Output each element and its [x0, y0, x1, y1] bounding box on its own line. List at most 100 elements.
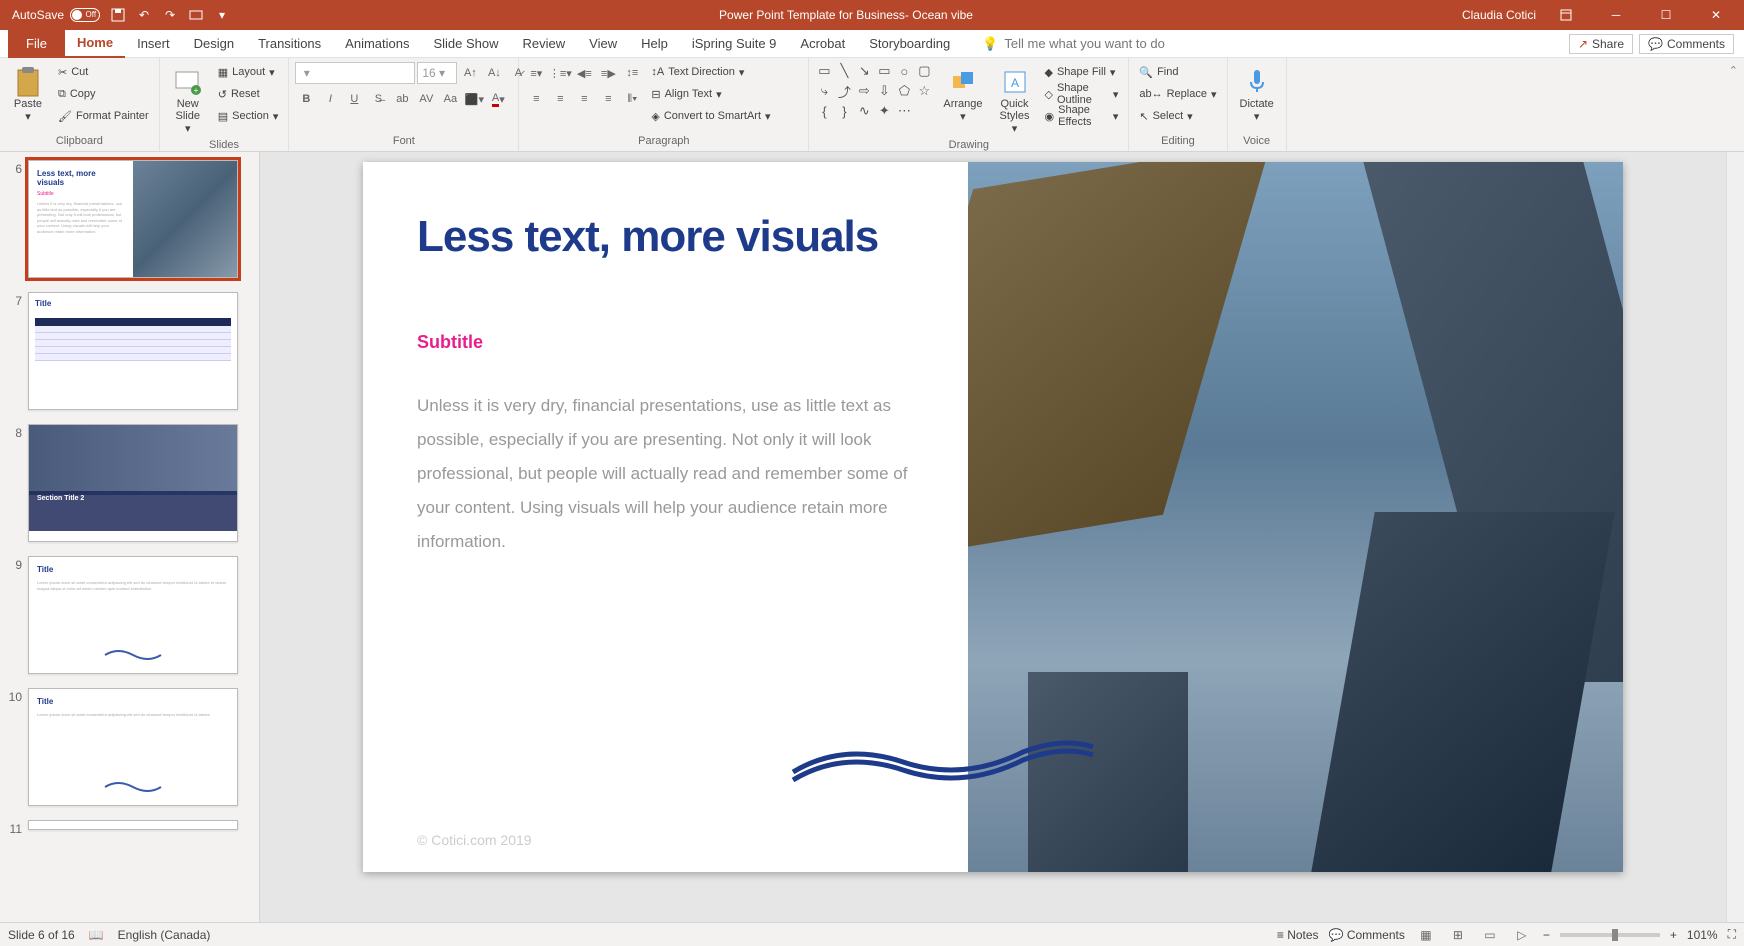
shape-line-arrow-icon[interactable]: ↘ [855, 62, 873, 80]
shape-brace-icon[interactable]: { [815, 102, 833, 120]
shape-fill-button[interactable]: ◆Shape Fill▾ [1041, 62, 1123, 82]
slide-thumbnail-7[interactable]: Title [28, 292, 238, 410]
quick-styles-button[interactable]: A Quick Styles▾ [993, 62, 1037, 139]
highlight-icon[interactable]: ⬛▾ [463, 88, 485, 110]
shadow-icon[interactable]: ab [391, 88, 413, 110]
share-button[interactable]: ↗Share [1569, 34, 1633, 54]
decrease-indent-icon[interactable]: ◀≡ [573, 62, 595, 84]
save-icon[interactable] [110, 7, 126, 23]
tab-ispring[interactable]: iSpring Suite 9 [680, 30, 789, 58]
tab-view[interactable]: View [577, 30, 629, 58]
replace-button[interactable]: ab↔Replace▾ [1135, 84, 1220, 104]
align-left-icon[interactable]: ≡ [525, 88, 547, 110]
align-right-icon[interactable]: ≡ [573, 88, 595, 110]
copy-button[interactable]: ⧉Copy [54, 84, 153, 104]
slide-footer[interactable]: © Cotici.com 2019 [417, 832, 532, 848]
collapse-ribbon-icon[interactable]: ⌃ [1723, 58, 1744, 151]
close-icon[interactable]: ✕ [1696, 0, 1736, 30]
language-status[interactable]: English (Canada) [118, 928, 211, 942]
section-button[interactable]: ▤Section▾ [214, 106, 283, 126]
fit-to-window-icon[interactable]: ⛶ [1728, 927, 1736, 942]
shape-outline-button[interactable]: ◇Shape Outline▾ [1041, 84, 1123, 104]
slide-thumbnail-10[interactable]: TitleLorem ipsum dolor sit amet consecte… [28, 688, 238, 806]
dictate-button[interactable]: Dictate▾ [1234, 62, 1280, 127]
zoom-in-icon[interactable]: + [1670, 928, 1677, 942]
change-case-icon[interactable]: Aa [439, 88, 461, 110]
text-direction-button[interactable]: ↕AText Direction▾ [647, 62, 774, 82]
user-name[interactable]: Claudia Cotici [1462, 8, 1536, 22]
normal-view-icon[interactable]: ▦ [1415, 926, 1437, 944]
tab-insert[interactable]: Insert [125, 30, 182, 58]
shape-curve-icon[interactable]: ∿ [855, 102, 873, 120]
font-family-combo[interactable]: ▾ [295, 62, 415, 84]
shape-brace2-icon[interactable]: } [835, 102, 853, 120]
tab-acrobat[interactable]: Acrobat [788, 30, 857, 58]
increase-font-icon[interactable]: A↑ [459, 62, 481, 84]
slide-thumbnails-panel[interactable]: 6 Less text, more visuals Subtitle Unles… [0, 152, 260, 922]
align-center-icon[interactable]: ≡ [549, 88, 571, 110]
shapes-gallery[interactable]: ▭ ╲ ↘ ▭ ○ ▢ ⤷ ⤴ ⇨ ⇩ ⬠ ☆ { } ∿ ✦ ⋯ [815, 62, 933, 120]
tab-animations[interactable]: Animations [333, 30, 421, 58]
reading-view-icon[interactable]: ▭ [1479, 926, 1501, 944]
arrange-button[interactable]: Arrange▾ [937, 62, 988, 127]
shape-arrow2-icon[interactable]: ⇩ [875, 82, 893, 100]
bold-icon[interactable]: B [295, 88, 317, 110]
notes-button[interactable]: ≡ Notes [1277, 928, 1319, 942]
vertical-scrollbar[interactable] [1726, 152, 1744, 922]
tell-me-search[interactable]: 💡 Tell me what you want to do [982, 36, 1165, 52]
spell-check-icon[interactable]: 📖 [89, 928, 104, 942]
shape-oval-icon[interactable]: ○ [895, 62, 913, 80]
layout-button[interactable]: ▦Layout▾ [214, 62, 283, 82]
convert-smartart-button[interactable]: ◈Convert to SmartArt▾ [647, 106, 774, 126]
tab-transitions[interactable]: Transitions [246, 30, 333, 58]
slide-sorter-view-icon[interactable]: ⊞ [1447, 926, 1469, 944]
slide-body-text[interactable]: Unless it is very dry, financial present… [417, 389, 928, 559]
align-text-button[interactable]: ⊟Align Text▾ [647, 84, 774, 104]
shape-connector-icon[interactable]: ⤷ [815, 82, 833, 100]
zoom-slider[interactable] [1560, 933, 1660, 937]
shape-freeform-icon[interactable]: ✦ [875, 102, 893, 120]
tab-slideshow[interactable]: Slide Show [421, 30, 510, 58]
slide-thumbnail-11[interactable] [28, 820, 238, 830]
slide-thumbnail-6[interactable]: Less text, more visuals Subtitle Unless … [28, 160, 238, 278]
shape-line-icon[interactable]: ╲ [835, 62, 853, 80]
undo-icon[interactable]: ↶ [136, 7, 152, 23]
minimize-icon[interactable]: ─ [1596, 0, 1636, 30]
tab-file[interactable]: File [8, 30, 65, 58]
tab-help[interactable]: Help [629, 30, 680, 58]
start-from-beginning-icon[interactable] [188, 7, 204, 23]
shape-effects-button[interactable]: ◉Shape Effects▾ [1041, 106, 1123, 126]
decrease-font-icon[interactable]: A↓ [483, 62, 505, 84]
shape-rectangle-icon[interactable]: ▭ [875, 62, 893, 80]
italic-icon[interactable]: I [319, 88, 341, 110]
slide-subtitle[interactable]: Subtitle [417, 332, 928, 353]
tab-storyboarding[interactable]: Storyboarding [857, 30, 962, 58]
columns-icon[interactable]: ⫴▾ [621, 88, 643, 110]
bullets-icon[interactable]: ≡▾ [525, 62, 547, 84]
font-size-combo[interactable]: 16 ▾ [417, 62, 457, 84]
tab-review[interactable]: Review [511, 30, 578, 58]
font-color-icon[interactable]: A▾ [487, 88, 509, 110]
shape-text-box-icon[interactable]: ▭ [815, 62, 833, 80]
comments-button[interactable]: 💬Comments [1639, 34, 1734, 54]
line-spacing-icon[interactable]: ↕≡ [621, 62, 643, 84]
slide-editor[interactable]: Less text, more visuals Subtitle Unless … [260, 152, 1726, 922]
zoom-level[interactable]: 101% [1687, 928, 1718, 942]
slide-counter[interactable]: Slide 6 of 16 [8, 928, 75, 942]
numbering-icon[interactable]: ⋮≡▾ [549, 62, 571, 84]
paste-button[interactable]: Paste▾ [6, 62, 50, 127]
find-button[interactable]: 🔍Find [1135, 62, 1220, 82]
character-spacing-icon[interactable]: AV [415, 88, 437, 110]
strikethrough-icon[interactable]: S̶ [367, 88, 389, 110]
select-button[interactable]: ↖Select▾ [1135, 106, 1220, 126]
maximize-icon[interactable]: ☐ [1646, 0, 1686, 30]
autosave-toggle[interactable]: AutoSave Off [12, 8, 100, 22]
shape-elbow-icon[interactable]: ⤴ [835, 82, 853, 100]
qat-customize-icon[interactable]: ▾ [214, 7, 230, 23]
shape-arrow-icon[interactable]: ⇨ [855, 82, 873, 100]
slide-title[interactable]: Less text, more visuals [417, 212, 928, 262]
new-slide-button[interactable]: + New Slide▾ [166, 62, 210, 139]
cut-button[interactable]: ✂Cut [54, 62, 153, 82]
underline-icon[interactable]: U [343, 88, 365, 110]
tab-design[interactable]: Design [182, 30, 246, 58]
